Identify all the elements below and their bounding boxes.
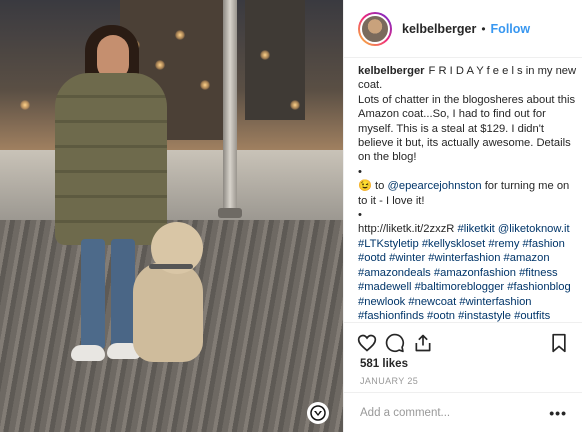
avatar-story-ring[interactable] (358, 11, 392, 46)
caption-username[interactable]: kelbelberger (358, 65, 425, 77)
header-username[interactable]: kelbelberger (402, 22, 476, 36)
liketoknowit-logo-icon (307, 402, 329, 424)
dog-figure (125, 222, 215, 372)
caption-mention-link[interactable]: @epearcejohnston (388, 180, 482, 192)
post-date[interactable]: JANUARY 25 (360, 376, 418, 386)
share-glyph-icon (415, 334, 431, 352)
comment-input[interactable]: Add a comment... (360, 407, 549, 419)
share-icon[interactable] (412, 332, 434, 354)
caption-link[interactable]: http://liketk.it/2zxzR (358, 223, 454, 235)
more-options-icon[interactable]: ••• (549, 405, 567, 421)
heart-icon[interactable] (356, 332, 378, 354)
instagram-post: kelbelberger • Follow kelbelberger F R I … (0, 0, 582, 432)
comment-bar: Add a comment... ••• (344, 392, 582, 432)
caption-bullet-1: • (358, 165, 362, 178)
caption-bullet-2: • (358, 209, 362, 222)
bookmark-glyph-icon (552, 333, 566, 353)
avatar[interactable] (360, 13, 390, 44)
caption-text-2: Lots of chatter in the blogosheres about… (358, 93, 576, 164)
dog-body (133, 262, 203, 362)
caption-line-5: http://liketk.it/2zxzR #liketkit @liketo… (358, 222, 578, 322)
post-photo[interactable] (0, 0, 343, 432)
header-separator: • (481, 21, 486, 36)
post-header: kelbelberger • Follow (344, 0, 582, 58)
puffer-coat (55, 73, 167, 245)
post-actions-bar (344, 322, 582, 362)
caption-to-word: to (375, 180, 385, 193)
bokeh-light (20, 100, 30, 110)
likes-count[interactable]: 581 likes (360, 358, 408, 370)
post-side-panel: kelbelberger • Follow kelbelberger F R I … (343, 0, 582, 432)
bokeh-light (175, 30, 185, 40)
bokeh-light (260, 50, 270, 60)
dog-collar (149, 264, 193, 269)
lamp-pole (223, 0, 237, 216)
follow-button[interactable]: Follow (491, 22, 531, 36)
jeans-left (81, 239, 105, 349)
bokeh-light (290, 100, 300, 110)
caption-line-3: 😉 to @epearcejohnston for turning me on … (358, 179, 578, 208)
comment-glyph-icon (385, 333, 405, 353)
liketoknowit-glyph-icon (310, 405, 326, 421)
wink-emoji-icon: 😉 (358, 180, 372, 193)
comment-icon[interactable] (384, 332, 406, 354)
caption-line-1: kelbelberger F R I D A Y f e e l s in my … (358, 64, 578, 93)
lamp-pole-base (218, 208, 242, 218)
sneaker-left (71, 345, 105, 361)
bokeh-light (200, 80, 210, 90)
heart-glyph-icon (357, 334, 377, 352)
post-caption: kelbelberger F R I D A Y f e e l s in my … (358, 64, 578, 322)
caption-hashtags[interactable]: #liketkit @liketoknow.it #LTKstyletip #k… (358, 223, 576, 322)
bookmark-icon[interactable] (548, 332, 570, 354)
